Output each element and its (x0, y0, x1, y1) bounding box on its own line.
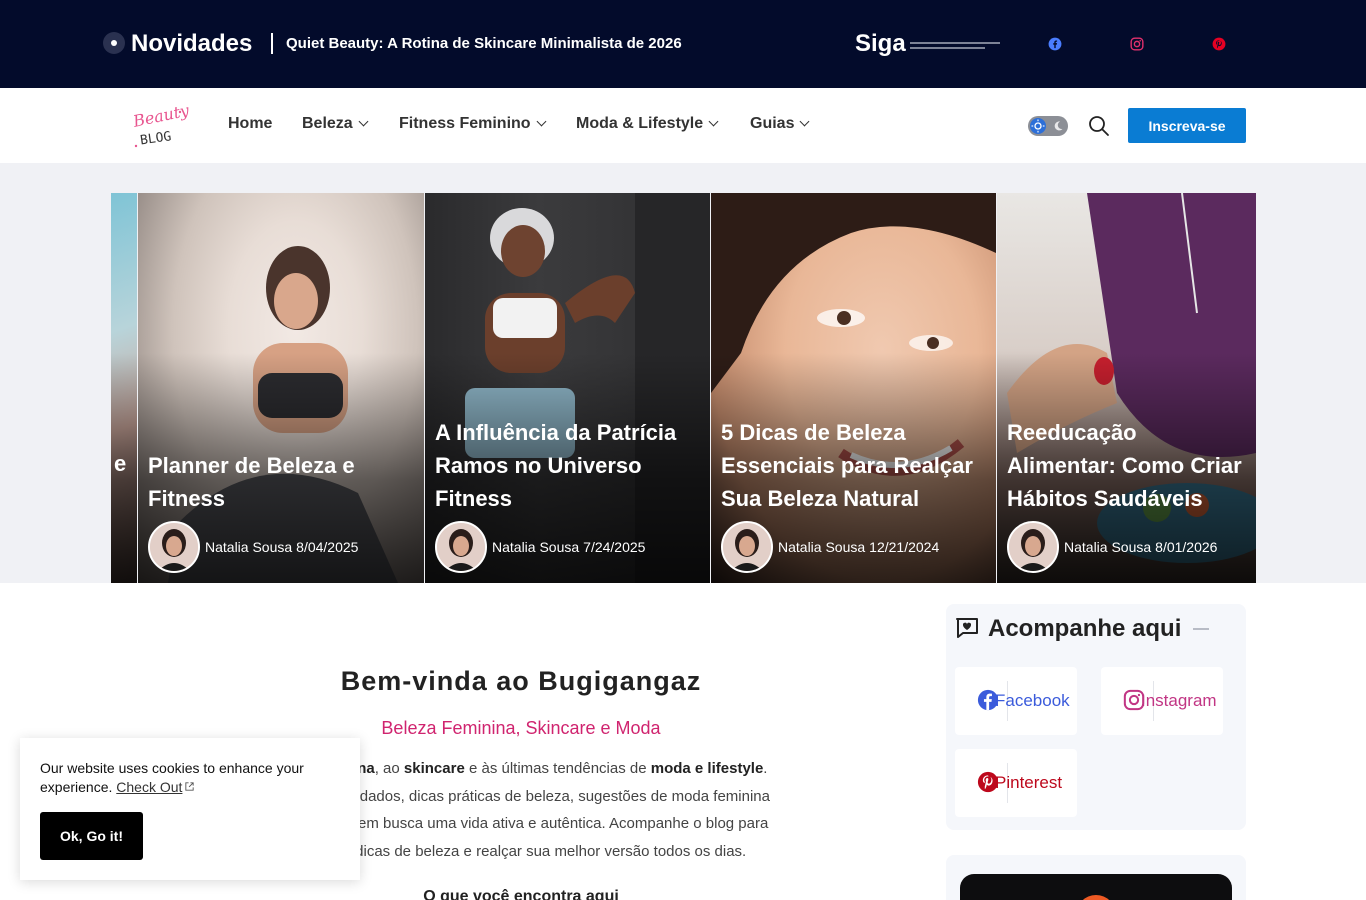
card-date: 12/21/2024 (869, 539, 940, 555)
nav-guias-label: Guias (750, 115, 795, 132)
slider-card[interactable]: 5 Dicas de Beleza Essenciais para Realça… (711, 193, 996, 583)
nav-guias[interactable]: Guias (750, 115, 810, 133)
facebook-follow-button[interactable]: Facebook (955, 667, 1077, 735)
pinterest-label: Pinterest (995, 773, 1063, 792)
news-headline-link[interactable]: Quiet Beauty: A Rotina de Skincare Minim… (286, 35, 682, 52)
card-meta: Natalia Sousa 8/04/2025 (148, 521, 358, 573)
cookie-message: Our website uses cookies to enhance your… (40, 760, 304, 795)
instagram-icon[interactable] (1130, 37, 1144, 51)
card-title[interactable]: Reeducação Alimentar: Como Criar Hábitos… (1007, 416, 1250, 515)
news-label: Novidades (131, 30, 253, 57)
slider-card[interactable]: e (111, 193, 137, 583)
pinterest-follow-button[interactable]: Pinterest (955, 749, 1077, 817)
card-title[interactable]: e (114, 447, 131, 480)
chevron-down-icon (708, 116, 719, 127)
nav-moda-label: Moda & Lifestyle (576, 115, 704, 132)
cookie-accept-button[interactable]: Ok, Go it! (40, 812, 143, 860)
widget-title: Acompanhe aqui (988, 615, 1182, 642)
card-title[interactable]: 5 Dicas de Beleza Essenciais para Realça… (721, 416, 990, 515)
widget-title-decoration (1193, 628, 1209, 630)
featured-slider[interactable]: e Planner de Beleza e Fitness Natalia So… (111, 193, 1256, 583)
card-meta: Natalia Sousa 7/24/2025 (435, 521, 645, 573)
page-subtitle: Beleza Feminina, Skincare e Moda (381, 718, 661, 738)
card-date: 8/04/2025 (296, 539, 359, 555)
section-heading: O que você encontra aqui (423, 888, 619, 900)
nav-home[interactable]: Home (228, 115, 272, 133)
top-bar: Novidades Quiet Beauty: A Rotina de Skin… (0, 0, 1366, 88)
facebook-icon[interactable] (1048, 37, 1062, 51)
card-meta: Natalia Sousa 8/01/2026 (1007, 521, 1217, 573)
instagram-label: Instagram (1141, 691, 1217, 710)
moon-icon (1054, 121, 1063, 131)
follow-decoration (910, 42, 1000, 44)
chat-heart-icon (956, 618, 978, 638)
nav-beleza[interactable]: Beleza (302, 115, 369, 133)
card-meta: Natalia Sousa 12/21/2024 (721, 521, 939, 573)
cookie-check-out-link[interactable]: Check Out (116, 779, 182, 795)
svg-text:Beauty: Beauty (130, 102, 190, 131)
card-date: 7/24/2025 (583, 539, 646, 555)
facebook-label: Facebook (995, 691, 1070, 710)
author-avatar (721, 521, 773, 573)
cookie-banner: Our website uses cookies to enhance your… (20, 738, 360, 880)
news-divider (271, 33, 273, 54)
follow-decoration (910, 47, 985, 49)
nav-home-label: Home (228, 115, 273, 132)
card-author[interactable]: Natalia Sousa (778, 539, 865, 555)
sun-icon (1030, 118, 1046, 134)
slider-card[interactable]: Reeducação Alimentar: Como Criar Hábitos… (997, 193, 1256, 583)
dark-mode-toggle[interactable] (1028, 116, 1068, 136)
nav-moda-lifestyle[interactable]: Moda & Lifestyle (576, 115, 719, 133)
author-avatar (1007, 521, 1059, 573)
card-author[interactable]: Natalia Sousa (492, 539, 579, 555)
follow-label: Siga (855, 30, 906, 57)
card-date: 8/01/2026 (1155, 539, 1218, 555)
nav-fitness-label: Fitness Feminino (399, 115, 531, 132)
pinterest-icon[interactable] (1212, 37, 1226, 51)
slider-card[interactable]: A Influência da Patrícia Ramos no Univer… (425, 193, 710, 583)
search-icon[interactable] (1087, 114, 1111, 138)
chevron-down-icon (358, 116, 369, 127)
svg-text:BLOG: BLOG (139, 129, 172, 148)
site-logo[interactable]: Beauty BLOG (128, 102, 190, 150)
news-dot-icon (103, 32, 125, 54)
page-title: Bem-vinda ao Bugigangaz (340, 666, 702, 696)
subscribe-button[interactable]: Inscreva-se (1128, 108, 1246, 143)
card-title[interactable]: Planner de Beleza e Fitness (148, 449, 418, 515)
instagram-follow-button[interactable]: Instagram (1101, 667, 1223, 735)
chevron-down-icon (800, 116, 810, 127)
card-author[interactable]: Natalia Sousa (205, 539, 292, 555)
nav-fitness-feminino[interactable]: Fitness Feminino (399, 115, 547, 133)
card-title[interactable]: A Influência da Patrícia Ramos no Univer… (435, 416, 704, 515)
external-link-icon (185, 782, 195, 791)
nav-beleza-label: Beleza (302, 115, 353, 132)
author-avatar (148, 521, 200, 573)
chevron-down-icon (536, 116, 547, 127)
slider-card[interactable]: Planner de Beleza e Fitness Natalia Sous… (138, 193, 424, 583)
card-author[interactable]: Natalia Sousa (1064, 539, 1151, 555)
author-avatar (435, 521, 487, 573)
